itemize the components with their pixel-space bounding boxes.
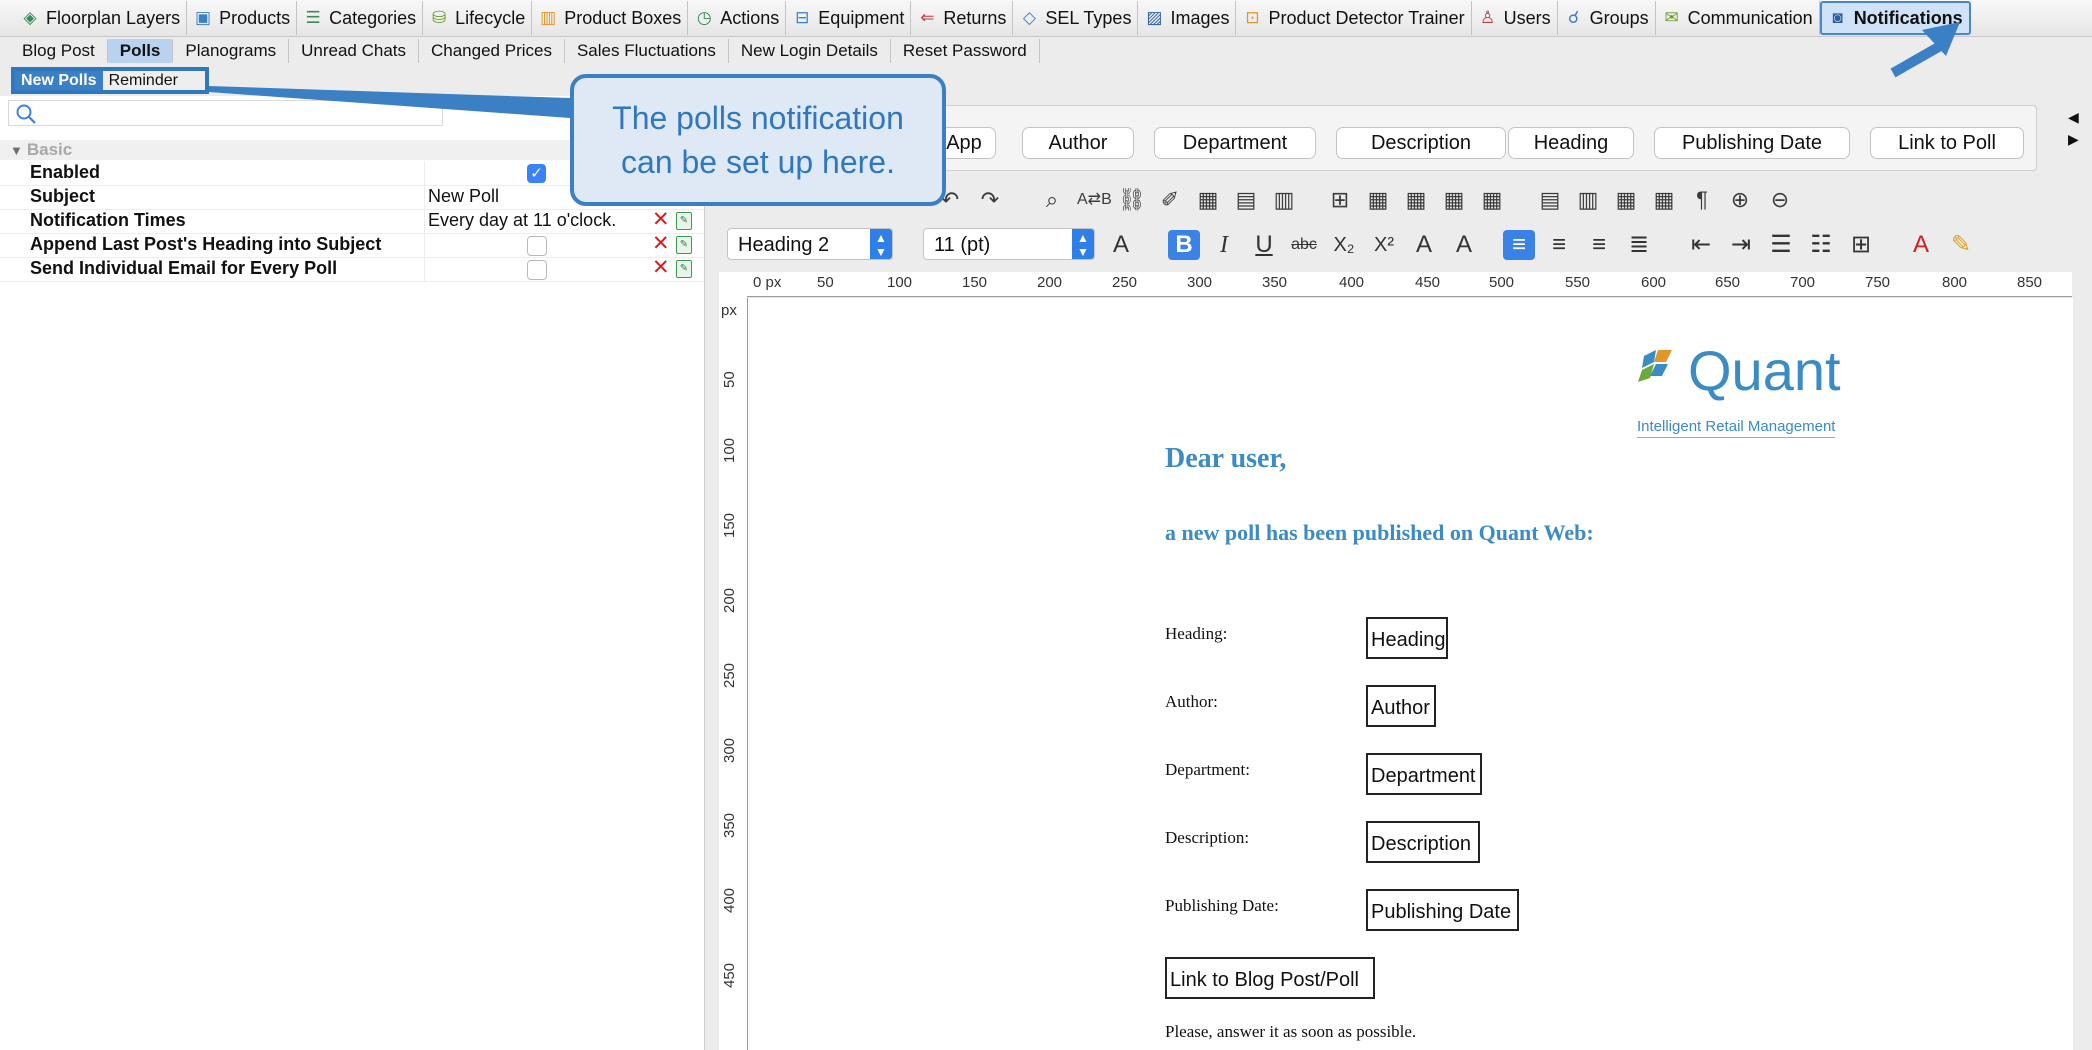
annotation-overlay [209,22,1960,118]
polls-notification-callout: The polls notification can be set up her… [570,74,946,206]
arrow-to-notifications [1890,40,1945,78]
callout-pointer [209,86,570,118]
callout-line: The polls notification [612,100,904,136]
callout-line: can be set up here. [621,144,895,180]
